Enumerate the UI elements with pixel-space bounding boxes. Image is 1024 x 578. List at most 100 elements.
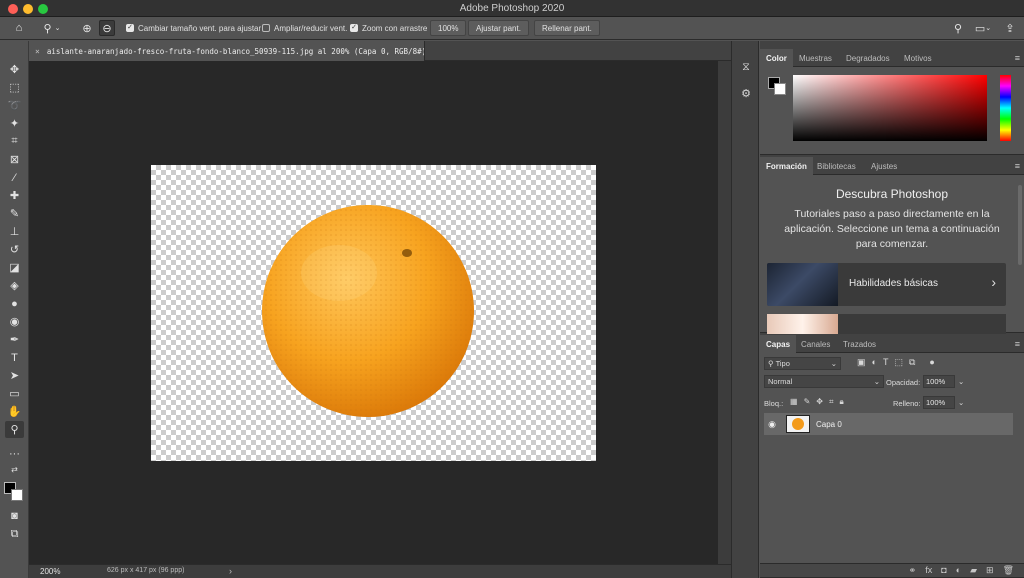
tab-paths[interactable]: Trazados bbox=[837, 335, 882, 353]
blend-mode-select[interactable]: Normal ⌄ bbox=[764, 375, 884, 388]
hue-slider[interactable] bbox=[1000, 75, 1011, 141]
lock-all-icon[interactable]: 🔒︎ bbox=[839, 397, 843, 407]
tab-patterns[interactable]: Motivos bbox=[898, 49, 938, 67]
more-tools-icon[interactable]: ··· bbox=[5, 445, 24, 462]
color-saturation-field[interactable] bbox=[793, 75, 987, 141]
document-tab[interactable]: × aislante-anaranjado-fresco-fruta-fondo… bbox=[29, 41, 425, 61]
clone-stamp-tool-icon[interactable]: ⊥ bbox=[5, 223, 24, 240]
pen-tool-icon[interactable]: ✒ bbox=[5, 331, 24, 348]
tutorial-card-next[interactable] bbox=[767, 314, 1006, 334]
learn-panel-scrollbar[interactable] bbox=[1018, 185, 1022, 265]
history-brush-tool-icon[interactable]: ↺ bbox=[5, 241, 24, 258]
eye-icon[interactable]: ◉ bbox=[764, 419, 780, 430]
share-icon[interactable]: ⇪ bbox=[1002, 20, 1018, 36]
panel-menu-icon[interactable]: ≡ bbox=[1015, 339, 1020, 349]
lasso-tool-icon[interactable]: ➰ bbox=[5, 97, 24, 114]
blur-tool-icon[interactable]: ● bbox=[5, 295, 24, 312]
chevron-down-icon[interactable]: ⌄ bbox=[958, 377, 964, 386]
layer-name[interactable]: Capa 0 bbox=[816, 420, 842, 429]
tutorial-card-basic-skills[interactable]: Habilidades básicas › bbox=[767, 263, 1006, 306]
zoom-value-button[interactable]: 100% bbox=[430, 20, 467, 36]
layer-filter-select[interactable]: ⚲ Tipo ⌄ bbox=[764, 357, 841, 370]
lock-artboard-icon[interactable]: ⌗ bbox=[829, 397, 834, 407]
history-panel-icon[interactable]: ⧖ bbox=[738, 59, 754, 75]
resize-windows-checkbox[interactable]: ✓ bbox=[126, 24, 134, 32]
document-tab-title: aislante-anaranjado-fresco-fruta-fondo-b… bbox=[46, 46, 425, 56]
color-panel-tabs: Color Muestras Degradados Motivos ≡ bbox=[760, 49, 1024, 67]
tab-channels[interactable]: Canales bbox=[795, 335, 836, 353]
crop-tool-icon[interactable]: ⌗ bbox=[5, 133, 24, 150]
healing-brush-tool-icon[interactable]: ✚ bbox=[5, 187, 24, 204]
filter-toggle-icon[interactable]: ● bbox=[929, 357, 934, 368]
tab-gradients[interactable]: Degradados bbox=[840, 49, 896, 67]
filter-type-icon[interactable]: T bbox=[883, 357, 889, 368]
lock-position-icon[interactable]: ✥ bbox=[816, 397, 823, 407]
quick-mask-icon[interactable]: ◙ bbox=[5, 507, 24, 524]
new-layer-icon[interactable]: ⊞ bbox=[986, 565, 994, 576]
new-group-icon[interactable]: ▰ bbox=[970, 565, 977, 576]
move-tool-icon[interactable]: ✥ bbox=[5, 61, 24, 78]
tab-swatches[interactable]: Muestras bbox=[793, 49, 838, 67]
layer-style-icon[interactable]: fx bbox=[925, 565, 932, 576]
canvas-vertical-scrollbar[interactable] bbox=[718, 61, 731, 564]
tab-learn[interactable]: Formación bbox=[760, 157, 813, 175]
delete-layer-icon[interactable]: 🗑︎ bbox=[1003, 565, 1014, 576]
magic-wand-tool-icon[interactable]: ✦ bbox=[5, 115, 24, 132]
rectangle-tool-icon[interactable]: ▭ bbox=[5, 385, 24, 402]
home-icon[interactable]: ⌂ bbox=[11, 20, 27, 36]
layer-mask-icon[interactable]: ◘ bbox=[941, 565, 946, 576]
zoom-tool-icon[interactable]: ⚲ bbox=[5, 421, 24, 438]
filter-shape-icon[interactable]: ⬚ bbox=[894, 357, 903, 368]
fit-screen-button[interactable]: Ajustar pant. bbox=[468, 20, 529, 36]
opacity-field[interactable]: 100% bbox=[923, 375, 955, 388]
filter-pixel-icon[interactable]: ▣ bbox=[857, 357, 866, 368]
fill-screen-button[interactable]: Rellenar pant. bbox=[534, 20, 600, 36]
layers-panel-tabs: Capas Canales Trazados ≡ bbox=[760, 335, 1024, 353]
workspace-icon[interactable]: ▭ ⌄ bbox=[972, 20, 994, 36]
hand-tool-icon[interactable]: ✋ bbox=[5, 403, 24, 420]
tab-libraries[interactable]: Bibliotecas bbox=[811, 157, 862, 175]
zoom-all-windows-checkbox[interactable] bbox=[262, 24, 270, 32]
zoom-tool-preset-icon[interactable]: ⚲ ⌄ bbox=[38, 20, 66, 36]
fill-field[interactable]: 100% bbox=[923, 396, 955, 409]
tab-color[interactable]: Color bbox=[760, 49, 793, 67]
filter-smart-object-icon[interactable]: ⧉ bbox=[909, 357, 915, 368]
screen-mode-icon[interactable]: ⧉ bbox=[5, 526, 24, 543]
color-background-swatch[interactable] bbox=[774, 83, 786, 95]
canvas-area[interactable] bbox=[29, 61, 718, 564]
dodge-tool-icon[interactable]: ◉ bbox=[5, 313, 24, 330]
panel-menu-icon[interactable]: ≡ bbox=[1015, 161, 1020, 171]
layer-row[interactable]: ◉ Capa 0 bbox=[764, 413, 1013, 435]
eraser-tool-icon[interactable]: ◪ bbox=[5, 259, 24, 276]
swap-colors-icon[interactable]: ⇄ bbox=[5, 464, 24, 474]
zoom-in-icon[interactable]: ⊕ bbox=[79, 20, 95, 36]
tab-layers[interactable]: Capas bbox=[760, 335, 797, 353]
zoom-all-windows-option[interactable]: Ampliar/reducir vent. bbox=[262, 20, 347, 36]
lock-image-icon[interactable]: ✎ bbox=[804, 397, 811, 407]
paint-bucket-tool-icon[interactable]: ◈ bbox=[5, 277, 24, 294]
properties-panel-icon[interactable]: ⚙ bbox=[738, 85, 754, 101]
chevron-down-icon[interactable]: ⌄ bbox=[958, 398, 964, 407]
panel-menu-icon[interactable]: ≡ bbox=[1015, 53, 1020, 63]
frame-tool-icon[interactable]: ⊠ bbox=[5, 151, 24, 168]
zoom-level[interactable]: 200% bbox=[40, 567, 60, 576]
search-icon[interactable]: ⚲ bbox=[950, 20, 966, 36]
status-menu-arrow[interactable]: › bbox=[229, 566, 232, 576]
path-selection-tool-icon[interactable]: ➤ bbox=[5, 367, 24, 384]
lock-transparent-icon[interactable]: ▦ bbox=[790, 397, 798, 407]
zoom-out-icon[interactable]: ⊖ bbox=[99, 20, 115, 36]
adjustment-layer-icon[interactable]: ◐ bbox=[956, 565, 961, 576]
scrubby-zoom-checkbox[interactable]: ✓ bbox=[350, 24, 358, 32]
close-icon[interactable]: × bbox=[35, 47, 40, 56]
brush-tool-icon[interactable]: ✎ bbox=[5, 205, 24, 222]
resize-windows-option[interactable]: ✓ Cambiar tamaño vent. para ajustar bbox=[126, 20, 261, 36]
tab-adjustments[interactable]: Ajustes bbox=[865, 157, 903, 175]
scrubby-zoom-option[interactable]: ✓ Zoom con arrastre bbox=[350, 20, 427, 36]
document-canvas[interactable] bbox=[151, 165, 596, 461]
background-color-swatch[interactable] bbox=[11, 489, 23, 501]
marquee-tool-icon[interactable]: ⬚ bbox=[5, 79, 24, 96]
eyedropper-tool-icon[interactable]: ⁄ bbox=[5, 169, 24, 186]
filter-adjustment-icon[interactable]: ◐ bbox=[872, 357, 877, 368]
type-tool-icon[interactable]: T bbox=[5, 349, 24, 366]
link-layers-icon[interactable]: ⚭ bbox=[909, 565, 917, 576]
